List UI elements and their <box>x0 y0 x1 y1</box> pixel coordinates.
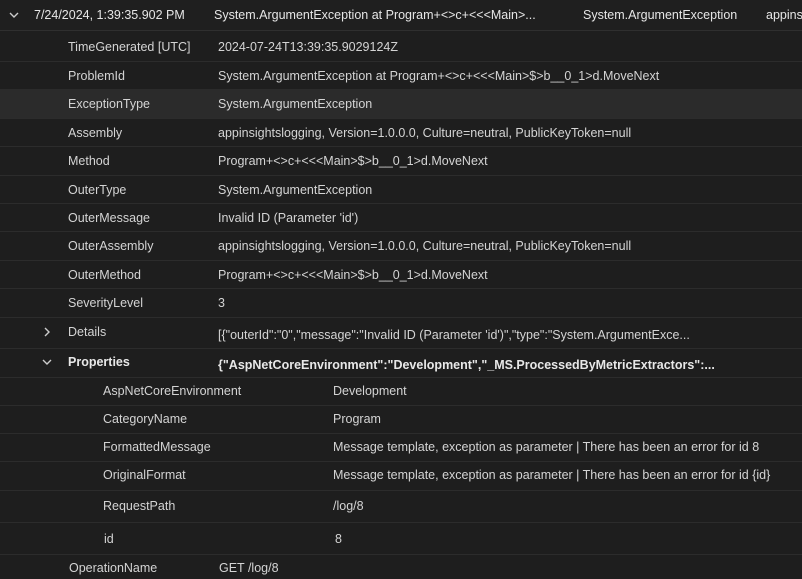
field-row[interactable]: ProblemId System.ArgumentException at Pr… <box>0 61 802 90</box>
property-value: Message template, exception as parameter… <box>333 440 760 454</box>
field-label: ExceptionType <box>68 97 150 111</box>
field-label: OuterAssembly <box>68 239 154 253</box>
property-label: CategoryName <box>103 412 188 426</box>
problem-cell: System.ArgumentException at Program+<>c+… <box>214 8 536 22</box>
chevron-right-icon[interactable] <box>41 326 53 338</box>
property-label: FormattedMessage <box>103 440 211 454</box>
property-row[interactable]: FormattedMessage Message template, excep… <box>0 433 802 462</box>
property-row[interactable]: id 8 <box>0 522 802 555</box>
field-label: OuterMethod <box>68 268 141 282</box>
field-row[interactable]: OuterMethod Program+<>c+<<<Main>$>b__0_1… <box>0 260 802 289</box>
field-row[interactable]: OuterMessage Invalid ID (Parameter 'id') <box>0 203 802 232</box>
field-row[interactable]: OperationName GET /log/8 <box>0 554 802 579</box>
field-label: SeverityLevel <box>68 296 144 310</box>
field-row[interactable]: Method Program+<>c+<<<Main>$>b__0_1>d.Mo… <box>0 146 802 176</box>
property-row[interactable]: CategoryName Program <box>0 405 802 434</box>
property-label: AspNetCoreEnvironment <box>103 384 242 398</box>
property-value: Program <box>333 412 381 426</box>
details-label: Details <box>68 325 107 339</box>
field-label: Method <box>68 154 110 168</box>
property-value: Message template, exception as parameter… <box>333 468 771 482</box>
field-value: appinsightslogging, Version=1.0.0.0, Cul… <box>218 126 632 140</box>
field-value: appinsightslogging, Version=1.0.0.0, Cul… <box>218 239 632 253</box>
field-value: GET /log/8 <box>219 561 279 575</box>
field-row[interactable]: TimeGenerated [UTC] 2024-07-24T13:39:35.… <box>0 31 802 62</box>
properties-label: Properties <box>68 355 130 369</box>
property-label: OriginalFormat <box>103 468 186 482</box>
timestamp-cell: 7/24/2024, 1:39:35.902 PM <box>34 8 185 22</box>
field-label: OperationName <box>69 561 158 575</box>
field-label: ProblemId <box>68 69 125 83</box>
assembly-cell: appins <box>766 8 802 22</box>
field-value: Invalid ID (Parameter 'id') <box>218 211 359 225</box>
field-row[interactable]: Assembly appinsightslogging, Version=1.0… <box>0 118 802 147</box>
field-value: 2024-07-24T13:39:35.9029124Z <box>218 40 399 54</box>
property-value: Development <box>333 384 407 398</box>
field-row[interactable]: SeverityLevel 3 <box>0 288 802 318</box>
property-row[interactable]: RequestPath /log/8 <box>0 490 802 523</box>
field-value: System.ArgumentException at Program+<>c+… <box>218 69 660 83</box>
field-row[interactable]: OuterType System.ArgumentException <box>0 175 802 204</box>
field-label: OuterType <box>68 183 127 197</box>
property-value: /log/8 <box>333 499 364 513</box>
details-value: [{"outerId":"0","message":"Invalid ID (P… <box>218 328 690 342</box>
field-value: System.ArgumentException <box>218 183 373 197</box>
field-row[interactable]: OuterAssembly appinsightslogging, Versio… <box>0 231 802 261</box>
type-cell: System.ArgumentException <box>583 8 738 22</box>
property-value: 8 <box>335 532 342 546</box>
field-label: Assembly <box>68 126 123 140</box>
properties-row[interactable]: Properties {"AspNetCoreEnvironment":"Dev… <box>0 348 802 378</box>
property-label: RequestPath <box>103 499 176 513</box>
field-value: Program+<>c+<<<Main>$>b__0_1>d.MoveNext <box>218 154 488 168</box>
property-row[interactable]: OriginalFormat Message template, excepti… <box>0 461 802 491</box>
result-row-header[interactable]: 7/24/2024, 1:39:35.902 PM System.Argumen… <box>0 0 802 31</box>
field-label: OuterMessage <box>68 211 150 225</box>
properties-value: {"AspNetCoreEnvironment":"Development","… <box>218 358 715 372</box>
field-value: Program+<>c+<<<Main>$>b__0_1>d.MoveNext <box>218 268 488 282</box>
chevron-down-icon[interactable] <box>41 356 53 368</box>
log-details-view: 7/24/2024, 1:39:35.902 PM System.Argumen… <box>0 0 802 579</box>
field-label: TimeGenerated [UTC] <box>68 40 191 54</box>
property-row[interactable]: AspNetCoreEnvironment Development <box>0 377 802 406</box>
field-row-selected[interactable]: ExceptionType System.ArgumentException <box>0 89 802 119</box>
property-label: id <box>104 532 114 546</box>
field-value: System.ArgumentException <box>218 97 373 111</box>
details-row[interactable]: Details [{"outerId":"0","message":"Inval… <box>0 317 802 349</box>
chevron-down-icon[interactable] <box>8 9 20 21</box>
field-value: 3 <box>218 296 225 310</box>
